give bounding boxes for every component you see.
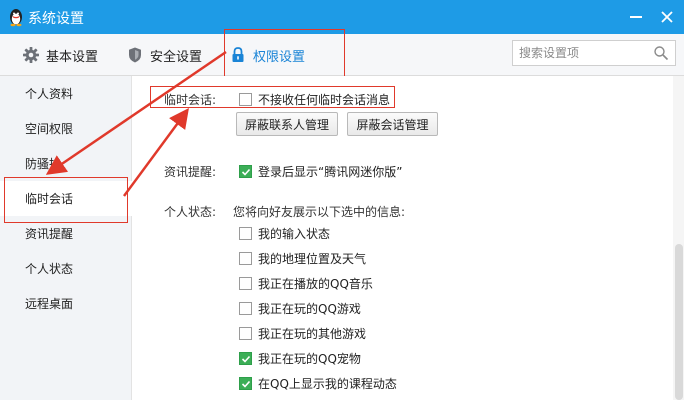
checkbox-box-checked[interactable] xyxy=(239,377,252,390)
sidebar-item-label: 个人资料 xyxy=(25,87,74,101)
checkbox-box-checked[interactable] xyxy=(239,165,252,178)
sidebar-item-label: 临时会话 xyxy=(25,192,74,206)
status-option-label: 我的地理位置及天气 xyxy=(258,252,367,266)
tab-basic-settings-label: 基本设置 xyxy=(46,49,99,65)
status-option-qq-pet[interactable]: 我正在玩的QQ宠物 xyxy=(239,350,361,367)
window-title: 系统设置 xyxy=(28,11,84,27)
checkbox-box[interactable] xyxy=(239,327,252,340)
personal-status-label: 个人状态: xyxy=(164,205,217,219)
block-contacts-button[interactable]: 屏蔽联系人管理 xyxy=(236,112,338,136)
status-option-course-updates[interactable]: 在QQ上显示我的课程动态 xyxy=(239,375,397,392)
checkbox-box[interactable] xyxy=(239,93,252,106)
sidebar-item-label: 空间权限 xyxy=(25,122,74,136)
checkbox-box[interactable] xyxy=(239,227,252,240)
checkbox-box[interactable] xyxy=(239,302,252,315)
show-mini-news-label: 登录后显示“腾讯网迷你版” xyxy=(258,165,403,179)
checkbox-box[interactable] xyxy=(239,252,252,265)
checkmark-icon xyxy=(241,355,251,363)
close-icon[interactable] xyxy=(658,8,676,26)
sidebar-item-news-reminder[interactable]: 资讯提醒 xyxy=(0,216,132,251)
sidebar-item-remote-desktop[interactable]: 远程桌面 xyxy=(0,286,132,321)
status-option-label: 我正在玩的QQ游戏 xyxy=(258,302,361,316)
title-bar: 系统设置 xyxy=(0,0,684,34)
checkmark-icon xyxy=(241,168,251,176)
checkbox-box-checked[interactable] xyxy=(239,352,252,365)
checkbox-box[interactable] xyxy=(239,277,252,290)
status-option-label: 在QQ上显示我的课程动态 xyxy=(258,377,397,391)
sidebar-item-profile[interactable]: 个人资料 xyxy=(0,76,132,111)
sidebar-item-label: 个人状态 xyxy=(25,262,74,276)
shield-icon xyxy=(129,47,141,63)
block-sessions-button[interactable]: 屏蔽会话管理 xyxy=(347,112,438,136)
status-option-label: 我正在玩的QQ宠物 xyxy=(258,352,361,366)
tab-permission-settings-label: 权限设置 xyxy=(253,49,306,65)
search-box[interactable] xyxy=(512,40,676,66)
tab-basic-settings[interactable]: 基本设置 xyxy=(22,34,98,76)
sidebar-item-personal-status[interactable]: 个人状态 xyxy=(0,251,132,286)
sidebar-item-label: 资讯提醒 xyxy=(25,227,74,241)
personal-status-description: 您将向好友展示以下选中的信息: xyxy=(233,205,406,219)
news-reminder-label: 资讯提醒: xyxy=(164,165,217,179)
sidebar-item-temp-session[interactable]: 临时会话 xyxy=(0,181,132,216)
settings-content: 临时会话: 不接收任何临时会话消息 屏蔽联系人管理 屏蔽会话管理 资讯提醒: 登… xyxy=(133,76,684,400)
sidebar-item-label: 防骚扰 xyxy=(25,157,62,171)
vertical-scrollbar[interactable] xyxy=(673,76,684,400)
sidebar-item-label: 远程桌面 xyxy=(25,297,74,311)
status-option-label: 我的输入状态 xyxy=(258,227,331,241)
status-option-typing[interactable]: 我的输入状态 xyxy=(239,225,330,242)
status-option-qq-music[interactable]: 我正在播放的QQ音乐 xyxy=(239,275,373,292)
tab-security-settings-label: 安全设置 xyxy=(150,49,203,65)
status-option-location-weather[interactable]: 我的地理位置及天气 xyxy=(239,250,366,267)
checkmark-icon xyxy=(241,380,251,388)
qq-penguin-icon xyxy=(10,9,22,27)
gear-icon xyxy=(23,47,39,63)
temp-session-label: 临时会话: xyxy=(164,93,217,107)
search-input[interactable] xyxy=(519,44,649,62)
minimize-icon[interactable] xyxy=(630,16,642,18)
scrollbar-thumb[interactable] xyxy=(675,244,683,400)
status-option-label: 我正在玩的其他游戏 xyxy=(258,327,367,341)
sidebar-item-space-permission[interactable]: 空间权限 xyxy=(0,111,132,146)
lock-icon xyxy=(232,47,244,62)
tab-permission-settings[interactable]: 权限设置 xyxy=(229,34,305,76)
show-mini-news-checkbox[interactable]: 登录后显示“腾讯网迷你版” xyxy=(239,163,402,180)
status-option-qq-games[interactable]: 我正在玩的QQ游戏 xyxy=(239,300,361,317)
status-option-label: 我正在播放的QQ音乐 xyxy=(258,277,373,291)
reject-temp-session-checkbox[interactable]: 不接收任何临时会话消息 xyxy=(239,91,390,108)
status-option-other-games[interactable]: 我正在玩的其他游戏 xyxy=(239,325,366,342)
search-icon[interactable] xyxy=(653,45,669,61)
tab-security-settings[interactable]: 安全设置 xyxy=(126,34,202,76)
sidebar: 个人资料 空间权限 防骚扰 临时会话 资讯提醒 个人状态 远程桌面 xyxy=(0,76,132,400)
reject-temp-session-label: 不接收任何临时会话消息 xyxy=(258,93,391,107)
sidebar-item-anti-harassment[interactable]: 防骚扰 xyxy=(0,146,132,181)
